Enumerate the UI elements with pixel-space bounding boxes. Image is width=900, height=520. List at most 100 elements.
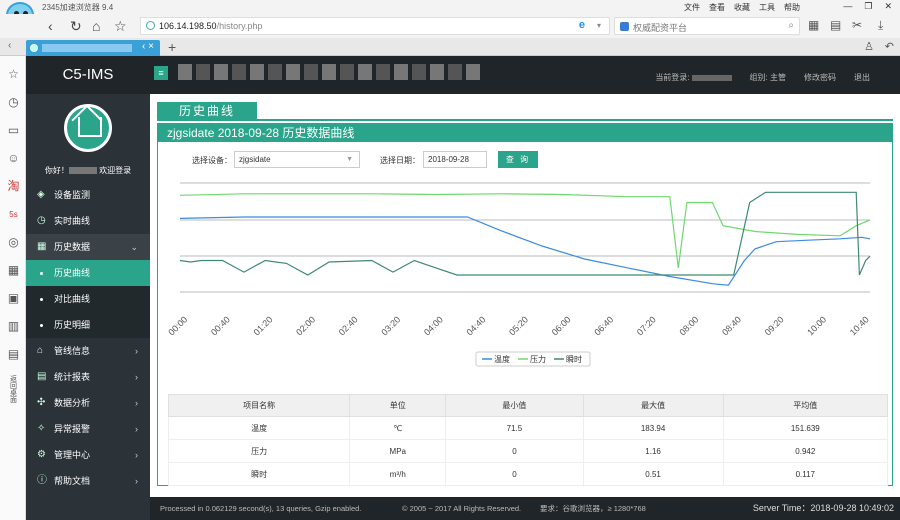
- x-tick-label: 06:00: [550, 314, 573, 337]
- change-password-link[interactable]: 修改密码: [804, 72, 836, 83]
- weibo-icon[interactable]: ☺: [7, 152, 20, 165]
- browser-menu-favorites[interactable]: 收藏: [734, 2, 750, 13]
- ie-engine-icon[interactable]: e: [579, 19, 585, 31]
- sidebar-item-pipeline[interactable]: ⌂ 管线信息 ›: [26, 338, 150, 364]
- reader-icon[interactable]: ▤: [830, 18, 841, 32]
- table-cell: 183.94: [582, 416, 724, 440]
- history-icon[interactable]: ◷: [7, 96, 20, 109]
- sidebar-item-alarm[interactable]: ✧ 异常报警 ›: [26, 416, 150, 442]
- browser-menu: 文件 查看 收藏 工具 帮助: [684, 2, 800, 13]
- sidebar-item-analysis[interactable]: ✣ 数据分析 ›: [26, 390, 150, 416]
- column-header: 单位: [349, 394, 447, 417]
- news-icon[interactable]: ▭: [7, 124, 20, 137]
- table-cell: 1.16: [582, 439, 724, 463]
- tab-close-icon[interactable]: ‹ ×: [142, 41, 154, 52]
- refresh-icon[interactable]: ↻: [70, 17, 82, 35]
- x-tick-label: 00:00: [166, 314, 189, 337]
- shop-icon[interactable]: 5s: [7, 208, 20, 221]
- title-divider: [157, 119, 893, 121]
- user-group: 组别: 主管: [749, 73, 786, 82]
- browser-tab[interactable]: ‹ ×: [26, 40, 160, 56]
- sidebar-item-history-detail[interactable]: 历史明细: [26, 312, 150, 338]
- copyright: © 2005 ~ 2017 All Rights Reserved.: [402, 504, 522, 513]
- notes-icon[interactable]: ▤: [7, 348, 20, 361]
- app-sidebar: C5-IMS 你好！ 欢迎登录 ◈ 设备监测 ◷ 实时曲线 ▦ 历史数据 ⌄ 历史曲线 …: [26, 56, 150, 520]
- sidebar-item-compare-curve[interactable]: 对比曲线: [26, 286, 150, 312]
- restore-icon[interactable]: ❐: [864, 1, 872, 12]
- device-select-value: zjgsidate: [239, 155, 271, 164]
- new-tab-icon[interactable]: +: [168, 39, 176, 55]
- stats-table: 项目名称 单位 最小值 最大值 平均值 温度 ℃ 71.5 183.94 151…: [167, 394, 889, 486]
- browser-menu-file[interactable]: 文件: [684, 2, 700, 13]
- chevron-down-icon: ▼: [346, 156, 353, 163]
- x-tick-label: 06:40: [592, 314, 615, 337]
- wifi-home-icon: [64, 104, 112, 152]
- search-input[interactable]: 权威配资平台: [633, 21, 687, 34]
- welcome-text: 你好！ 欢迎登录: [44, 166, 132, 175]
- sidebar-item-help[interactable]: ⓘ 帮助文档 ›: [26, 468, 150, 494]
- menu-toggle-icon[interactable]: ≡: [154, 66, 168, 80]
- search-engine-icon: [620, 22, 629, 31]
- table-cell: 0.51: [582, 462, 724, 486]
- taobao-icon[interactable]: 淘: [7, 180, 20, 193]
- date-label: 选择日期：: [380, 156, 420, 165]
- query-button[interactable]: 查 询: [498, 151, 538, 168]
- report-icon: ▤: [37, 371, 47, 382]
- sidebar-toggle-icon[interactable]: ‹: [8, 40, 11, 51]
- logout-link[interactable]: 退出: [854, 72, 870, 83]
- device-select[interactable]: zjgsidate ▼: [234, 151, 360, 168]
- chevron-right-icon: ›: [135, 372, 138, 382]
- main-content: 历史曲线 zjgsidate 2018-09-28 历史数据曲线 选择设备： z…: [150, 94, 900, 520]
- sidebar-item-history-curve[interactable]: 历史曲线: [26, 260, 150, 286]
- grid-icon[interactable]: ▦: [7, 264, 20, 277]
- table-cell: 压力: [167, 439, 351, 463]
- x-tick-label: 05:20: [507, 314, 530, 337]
- browser-menu-help[interactable]: 帮助: [784, 2, 800, 13]
- back-icon[interactable]: ‹: [48, 17, 53, 35]
- chart-legend[interactable]: 温度 压力 瞬时: [475, 351, 591, 367]
- search-icon[interactable]: ⌕: [788, 20, 794, 31]
- app-footer: Processed in 0.062129 second(s), 13 quer…: [150, 497, 900, 520]
- browser-side-toolbar: ☆ ◷ ▭ ☺ 淘 5s ◎ ▦ ▣ ▥ ▤ 返回桌面: [0, 56, 26, 520]
- minimize-icon[interactable]: —: [843, 1, 852, 12]
- chevron-down-icon: ⌄: [130, 242, 138, 252]
- layers-icon: ◈: [37, 189, 45, 200]
- address-bar[interactable]: 106.14.198.50/history.php e ▾: [140, 17, 610, 35]
- tab-bar: ‹ ‹ × + ♙ ↶: [0, 38, 900, 56]
- browser-menu-tools[interactable]: 工具: [759, 2, 775, 13]
- download-icon[interactable]: ⤓: [878, 18, 883, 33]
- sidebar-item-monitor[interactable]: ◈ 设备监测: [26, 182, 150, 208]
- chart-x-axis: 00:00 00:40 01:20 02:00 02:40 03:20 04:00 04:40…: [166, 314, 870, 337]
- column-header: 平均值: [722, 394, 889, 417]
- history-panel: zjgsidate 2018-09-28 历史数据曲线 选择设备： zjgsid…: [157, 123, 893, 486]
- desktop-icon[interactable]: 返回桌面: [7, 376, 20, 404]
- star-icon[interactable]: ☆: [114, 17, 127, 35]
- bag-icon[interactable]: ♙: [864, 40, 874, 53]
- search-box[interactable]: 权威配资平台 ⌕: [614, 17, 800, 35]
- sidebar-item-realtime[interactable]: ◷ 实时曲线: [26, 208, 150, 234]
- sidebar-item-reports[interactable]: ▤ 统计报表 ›: [26, 364, 150, 390]
- table-row: 瞬时 m³/h 0 0.51 0.117: [167, 462, 889, 486]
- screen-icon[interactable]: ▥: [7, 320, 20, 333]
- column-header: 项目名称: [167, 394, 351, 417]
- x-tick-label: 00:40: [209, 314, 232, 337]
- cut-icon[interactable]: ✂: [852, 18, 862, 32]
- favorites-icon[interactable]: ☆: [7, 68, 20, 81]
- table-row: 温度 ℃ 71.5 183.94 151.639: [167, 416, 889, 440]
- browser-titlebar: 2345加速浏览器 9.4 文件 查看 收藏 工具 帮助 — ❐ ✕: [0, 0, 900, 14]
- alarm-icon: ✧: [37, 423, 46, 434]
- home-icon[interactable]: ⌂: [92, 17, 100, 35]
- close-icon[interactable]: ✕: [884, 1, 892, 12]
- browser-menu-view[interactable]: 查看: [709, 2, 725, 13]
- sidebar-item-history[interactable]: ▦ 历史数据 ⌄: [26, 234, 150, 260]
- x-tick-label: 04:40: [465, 314, 488, 337]
- clock-icon: ◷: [37, 215, 46, 226]
- apps-icon[interactable]: ▦: [808, 18, 819, 32]
- undo-icon[interactable]: ↶: [885, 40, 894, 53]
- video-icon[interactable]: ▣: [7, 292, 20, 305]
- device-label: 选择设备：: [192, 156, 232, 165]
- chevron-down-icon[interactable]: ▾: [597, 21, 601, 30]
- game-icon[interactable]: ◎: [7, 236, 20, 249]
- date-input[interactable]: 2018-09-28: [423, 151, 487, 168]
- sidebar-item-admin[interactable]: ⚙ 管理中心 ›: [26, 442, 150, 468]
